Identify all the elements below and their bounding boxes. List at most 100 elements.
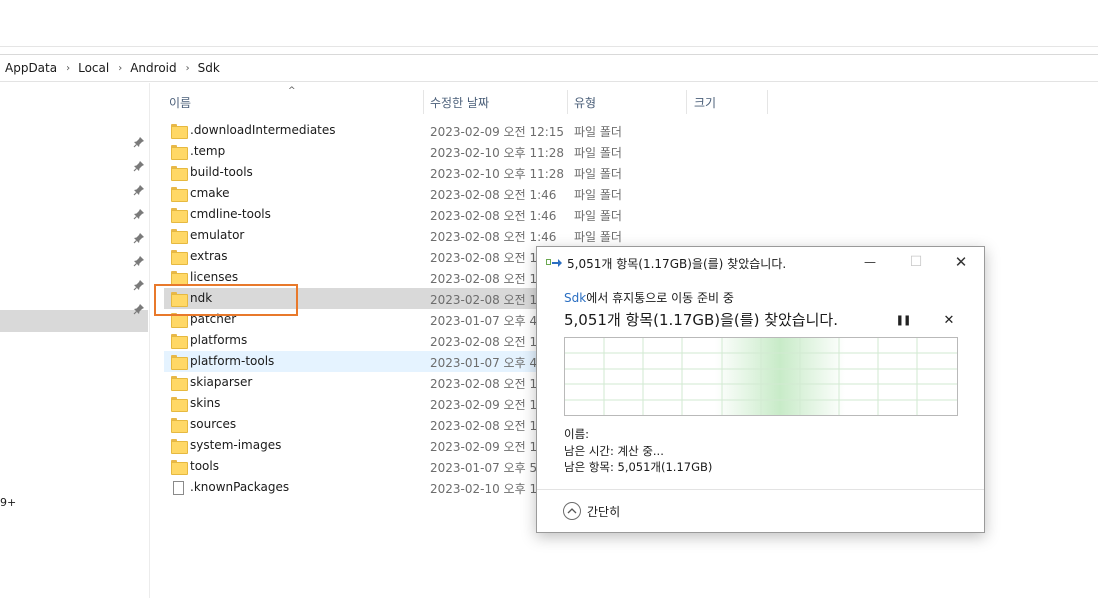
folder-icon — [171, 376, 188, 391]
breadcrumb[interactable]: AppData › Local › Android › Sdk — [0, 54, 1098, 82]
sort-ascending-icon: ^ — [288, 86, 296, 96]
delete-progress-dialog: 5,051개 항목(1.17GB)을(를) 찾았습니다. — ☐ ✕ Sdk에서… — [536, 246, 985, 533]
file-row[interactable]: cmake 2023-02-08 오전 1:46 파일 폴더 — [164, 183, 622, 204]
file-name[interactable]: tools — [190, 459, 219, 473]
pin-icon[interactable] — [133, 184, 145, 198]
time-remaining: 남은 시간: 계산 중... — [564, 444, 664, 458]
maximize-button: ☐ — [909, 254, 923, 270]
close-button[interactable]: ✕ — [938, 247, 984, 277]
cancel-operation-button[interactable]: ✕ — [937, 309, 961, 331]
folder-icon — [171, 124, 188, 139]
file-date: 2023-02-10 오후 11:28 — [430, 146, 565, 160]
file-row[interactable]: .downloadIntermediates 2023-02-09 오전 12:1… — [164, 120, 622, 141]
file-icon — [173, 481, 184, 495]
pin-icon[interactable] — [133, 279, 145, 293]
folder-icon — [171, 397, 188, 412]
column-header-size[interactable]: 크기 — [694, 90, 716, 114]
file-icon-wrapper — [171, 355, 188, 370]
file-date: 2023-02-08 오전 1:46 — [430, 209, 557, 223]
breadcrumb-item-sdk[interactable]: Sdk — [198, 61, 220, 75]
nav-item-fragment[interactable]: 9+ — [0, 496, 16, 509]
pause-button[interactable]: ❚❚ — [891, 309, 915, 331]
file-name[interactable]: .downloadIntermediates — [190, 123, 336, 137]
file-date: 2023-02-10 오후 11:28 — [430, 167, 565, 181]
pin-icon[interactable] — [133, 232, 145, 246]
file-type: 파일 폴더 — [574, 146, 622, 160]
pin-icon[interactable] — [133, 160, 145, 174]
file-name[interactable]: skiaparser — [190, 375, 252, 389]
column-divider[interactable] — [423, 90, 424, 114]
folder-icon — [171, 145, 188, 160]
file-date: 2023-02-08 오전 1 — [430, 251, 538, 265]
file-date: 2023-02-09 오전 12:15 — [430, 125, 565, 139]
file-name[interactable]: build-tools — [190, 165, 253, 179]
file-date: 2023-01-07 오후 4 — [430, 356, 538, 370]
column-divider[interactable] — [767, 90, 768, 114]
column-header-modified[interactable]: 수정한 날짜 — [430, 90, 489, 114]
breadcrumb-item-android[interactable]: Android — [130, 61, 176, 75]
breadcrumb-separator-icon[interactable]: › — [118, 63, 122, 74]
file-icon-wrapper — [171, 229, 188, 244]
file-row[interactable]: cmdline-tools 2023-02-08 오전 1:46 파일 폴더 — [164, 204, 622, 225]
folder-icon — [171, 460, 188, 475]
file-name[interactable]: extras — [190, 249, 228, 263]
file-type: 파일 폴더 — [574, 188, 622, 202]
file-icon-wrapper — [171, 418, 188, 433]
file-name[interactable]: platform-tools — [190, 354, 274, 368]
file-date: 2023-02-08 오전 1:46 — [430, 230, 557, 244]
file-name[interactable]: system-images — [190, 438, 281, 452]
column-divider[interactable] — [567, 90, 568, 114]
pin-icon[interactable] — [133, 303, 145, 317]
file-icon-wrapper — [171, 397, 188, 412]
file-row[interactable]: build-tools 2023-02-10 오후 11:28 파일 폴더 — [164, 162, 622, 183]
file-icon-wrapper — [171, 145, 188, 160]
minimize-button[interactable]: — — [847, 247, 893, 277]
collapse-details-toggle[interactable]: 간단히 — [563, 500, 620, 522]
file-name[interactable]: platforms — [190, 333, 247, 347]
file-icon-wrapper — [171, 166, 188, 181]
file-date: 2023-02-08 오전 1 — [430, 419, 538, 433]
file-name[interactable]: emulator — [190, 228, 244, 242]
nav-selected-item[interactable] — [0, 310, 148, 332]
file-row[interactable]: emulator 2023-02-08 오전 1:46 파일 폴더 — [164, 225, 622, 246]
file-icon-wrapper — [171, 208, 188, 223]
collapse-label[interactable]: 간단히 — [587, 503, 620, 520]
file-icon-wrapper — [171, 271, 188, 286]
file-icon-wrapper — [171, 481, 186, 495]
move-to-recycle-bin-icon — [546, 259, 562, 267]
folder-icon — [171, 166, 188, 181]
file-name[interactable]: sources — [190, 417, 236, 431]
folder-icon — [171, 355, 188, 370]
breadcrumb-separator-icon[interactable]: › — [186, 63, 190, 74]
file-name[interactable]: skins — [190, 396, 220, 410]
file-icon-wrapper — [171, 187, 188, 202]
file-name[interactable]: cmdline-tools — [190, 207, 271, 221]
column-header-name[interactable]: 이름 — [169, 90, 191, 114]
file-name[interactable]: .knownPackages — [190, 480, 289, 494]
navigation-pane: 9+ — [0, 83, 150, 598]
pin-icon[interactable] — [133, 255, 145, 269]
breadcrumb-separator-icon[interactable]: › — [66, 63, 70, 74]
folder-icon — [171, 439, 188, 454]
folder-icon — [171, 208, 188, 223]
folder-icon — [171, 271, 188, 286]
pin-icon[interactable] — [133, 136, 145, 150]
folder-icon — [171, 334, 188, 349]
dialog-subtitle: Sdk에서 휴지통으로 이동 준비 중 — [564, 289, 734, 306]
file-name[interactable]: cmake — [190, 186, 230, 200]
pin-icon[interactable] — [133, 208, 145, 222]
file-date: 2023-02-08 오전 1 — [430, 272, 538, 286]
file-name[interactable]: .temp — [190, 144, 225, 158]
dialog-titlebar[interactable]: 5,051개 항목(1.17GB)을(를) 찾았습니다. — ☐ ✕ — [537, 247, 984, 277]
file-name[interactable]: licenses — [190, 270, 238, 284]
breadcrumb-item-local[interactable]: Local — [78, 61, 109, 75]
file-row[interactable]: .temp 2023-02-10 오후 11:28 파일 폴더 — [164, 141, 622, 162]
file-type: 파일 폴더 — [574, 125, 622, 139]
dialog-subtitle-text: 에서 휴지통으로 이동 준비 중 — [586, 291, 734, 305]
chevron-up-icon[interactable] — [563, 502, 581, 520]
file-date: 2023-02-09 오전 1 — [430, 440, 538, 454]
column-header-type[interactable]: 유형 — [574, 90, 596, 114]
source-folder-link[interactable]: Sdk — [564, 291, 586, 305]
column-divider[interactable] — [686, 90, 687, 114]
breadcrumb-item-appdata[interactable]: AppData — [5, 61, 57, 75]
